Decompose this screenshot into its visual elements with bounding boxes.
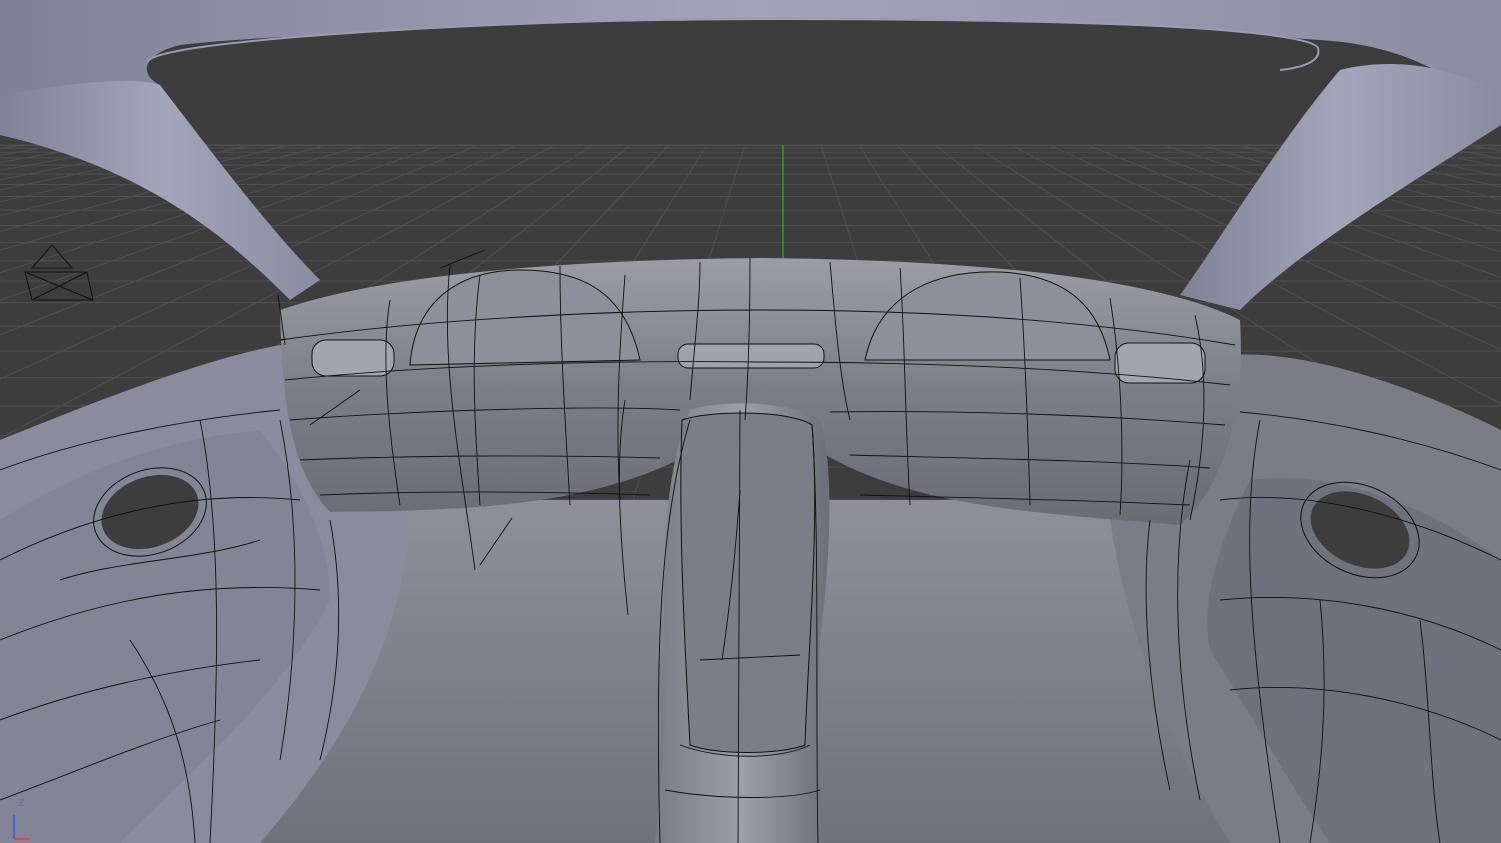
car-interior-mesh[interactable] — [0, 0, 1501, 843]
wire-edge — [439, 249, 486, 269]
axis-z-label: Z — [18, 799, 25, 809]
3d-viewport[interactable]: Z — [0, 0, 1501, 843]
camera-icon[interactable] — [24, 244, 94, 301]
axis-gizmo: Z — [4, 799, 32, 841]
scene-canvas[interactable] — [0, 0, 1501, 843]
